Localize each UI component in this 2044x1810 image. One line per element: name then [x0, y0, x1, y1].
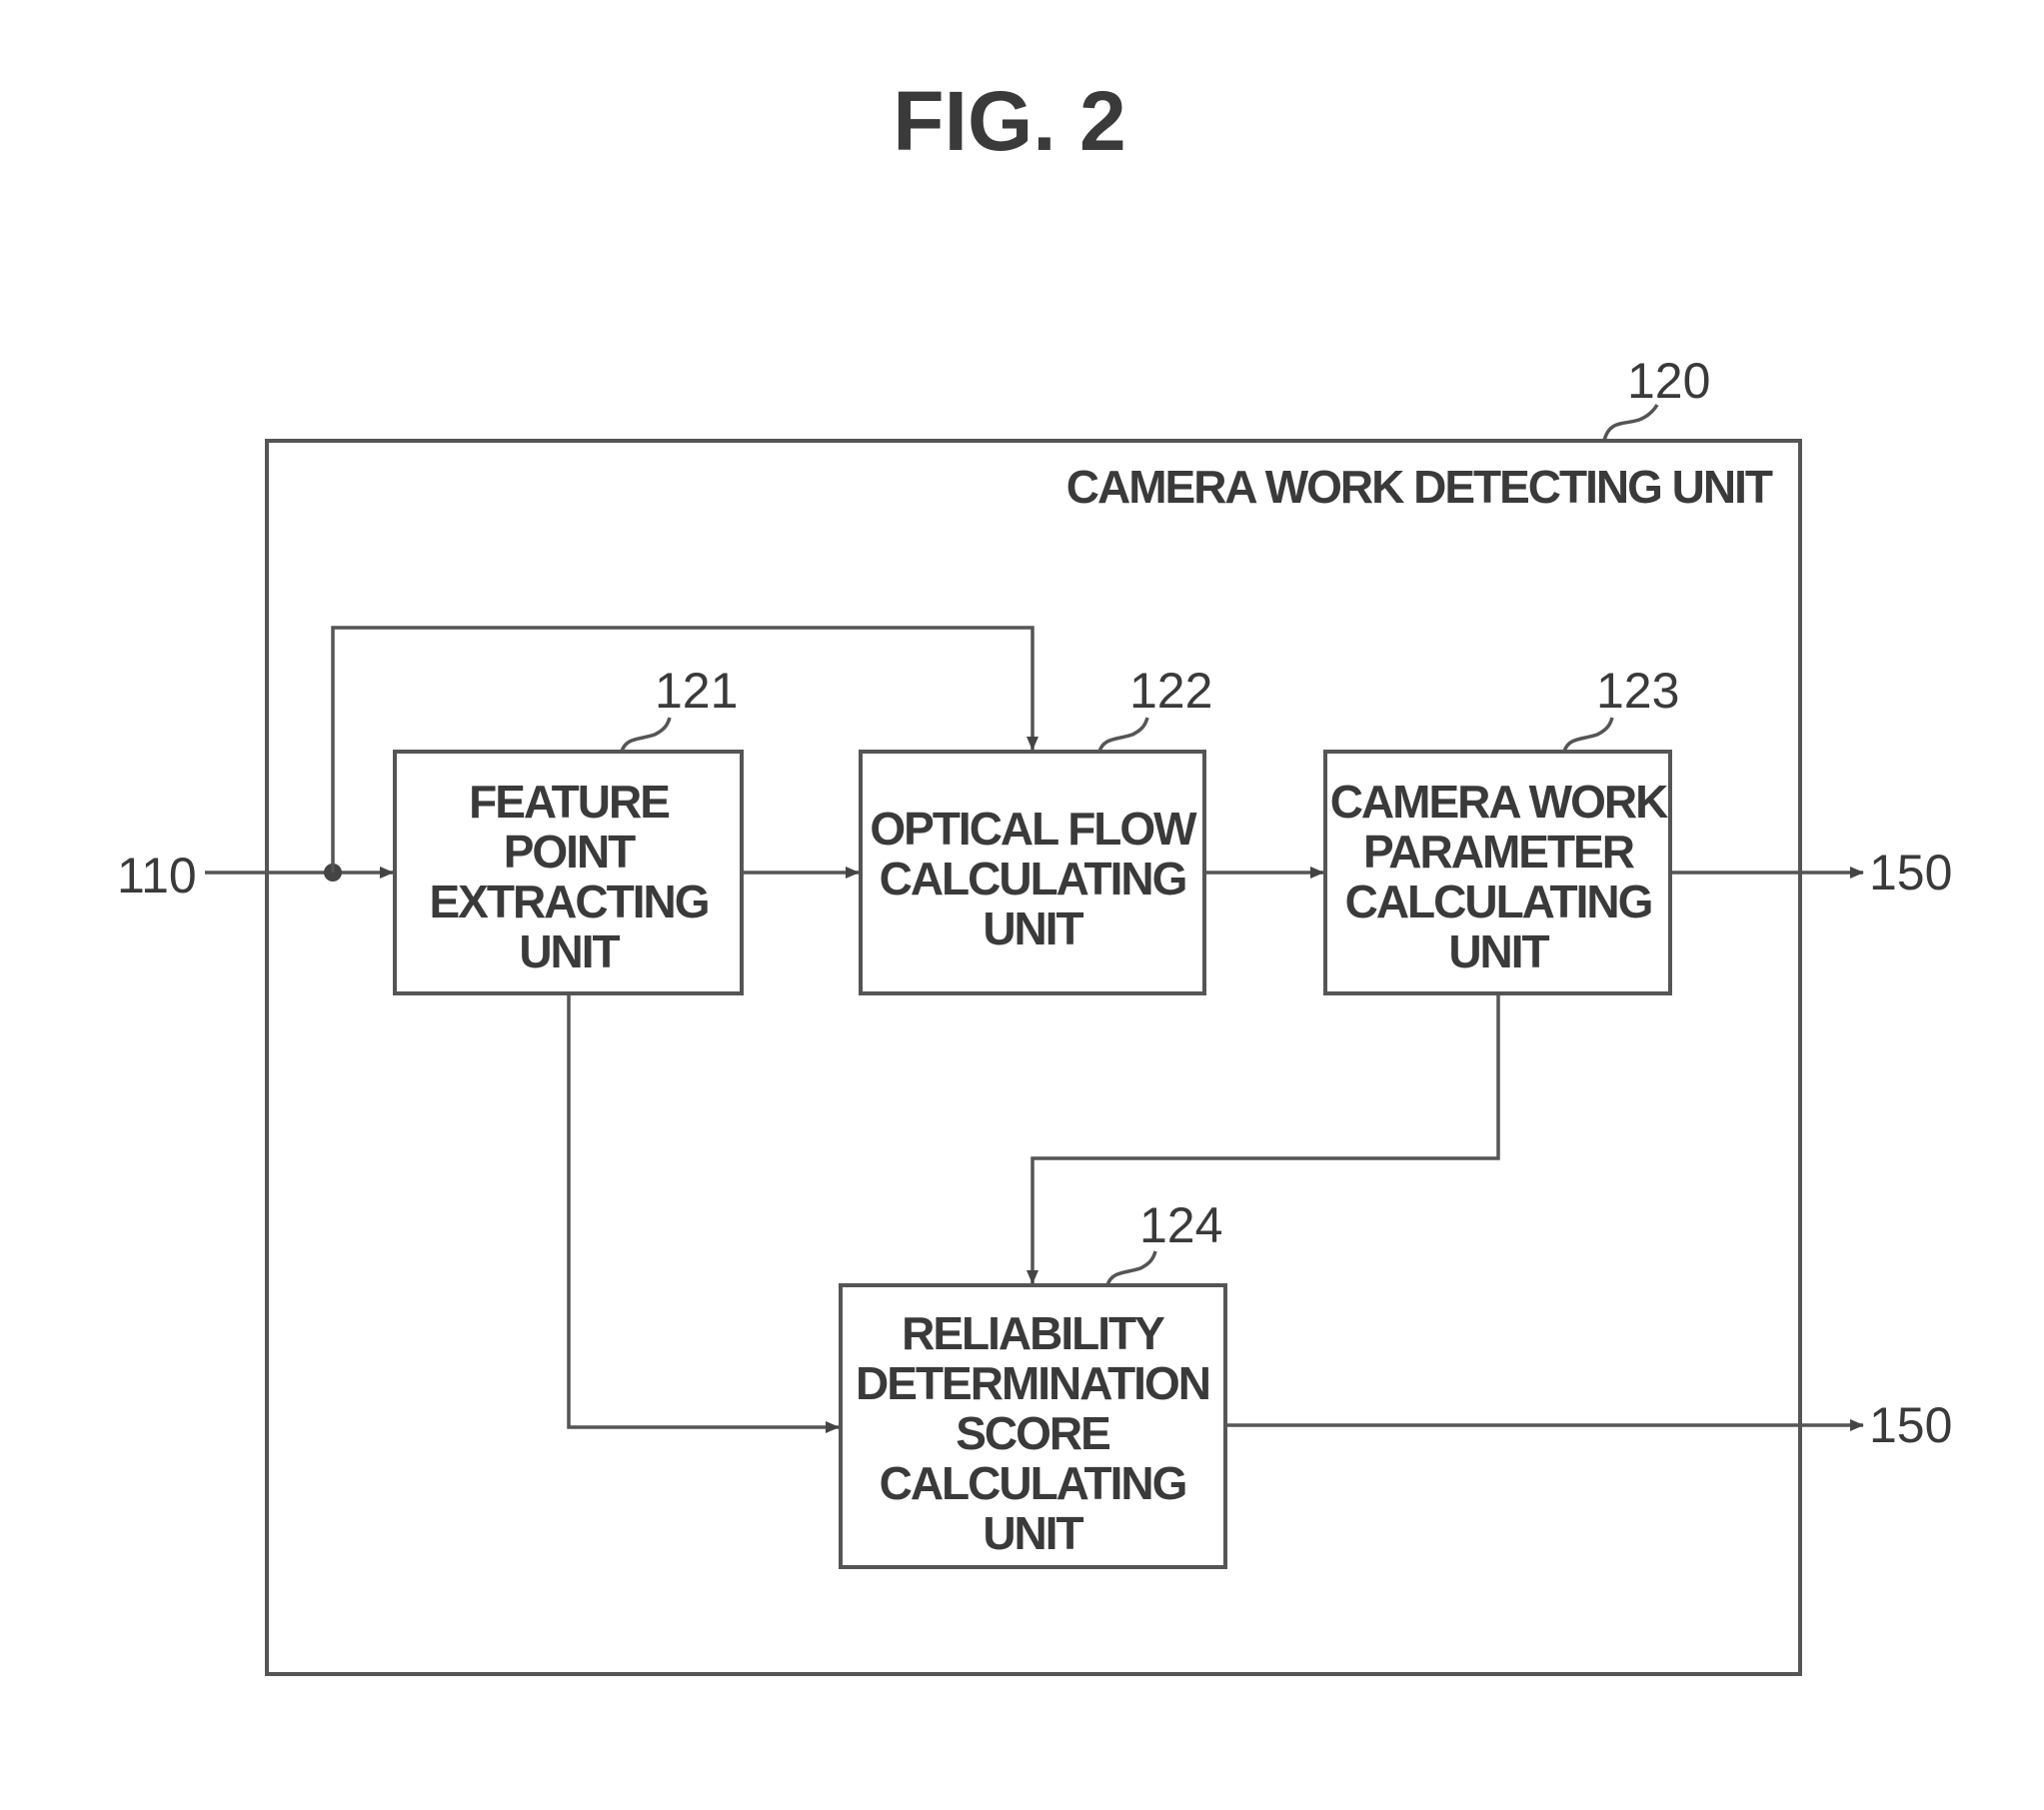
figure-title: FIG. 2: [893, 74, 1125, 168]
svg-text:CAMERA WORK: CAMERA WORK: [1330, 776, 1668, 828]
block-122-leader: [1097, 717, 1149, 753]
block-121-ref: 121: [655, 663, 738, 719]
block-diagram: FIG. 2 120 CAMERA WORK DETECTING UNIT 12…: [117, 74, 1952, 1676]
block-121-leader: [620, 717, 672, 753]
container-title: CAMERA WORK DETECTING UNIT: [1066, 461, 1773, 513]
input-ref-label: 110: [117, 848, 197, 904]
container-ref-label: 120: [1627, 353, 1710, 409]
svg-text:UNIT: UNIT: [519, 925, 620, 977]
svg-text:CALCULATING: CALCULATING: [880, 853, 1186, 905]
output-ref-label-2: 150: [1869, 1397, 1952, 1453]
svg-text:OPTICAL FLOW: OPTICAL FLOW: [870, 803, 1197, 855]
svg-text:SCORE: SCORE: [956, 1407, 1109, 1459]
block-124-ref: 124: [1139, 1197, 1222, 1253]
block-124-label: RELIABILITY DETERMINATION SCORE CALCULAT…: [856, 1307, 1211, 1559]
svg-text:POINT: POINT: [504, 826, 636, 878]
block-122-ref: 122: [1129, 663, 1212, 719]
output-ref-label-1: 150: [1869, 845, 1952, 901]
arrow-121-to-124: [567, 993, 840, 1433]
svg-text:PARAMETER: PARAMETER: [1363, 826, 1635, 878]
block-123-ref: 123: [1596, 663, 1679, 719]
container-leader-line: [1602, 404, 1659, 442]
svg-text:DETERMINATION: DETERMINATION: [856, 1357, 1209, 1409]
svg-text:UNIT: UNIT: [983, 903, 1083, 954]
svg-text:CALCULATING: CALCULATING: [1345, 876, 1652, 927]
block-123-label: CAMERA WORK PARAMETER CALCULATING UNIT: [1330, 776, 1670, 977]
svg-text:RELIABILITY: RELIABILITY: [902, 1307, 1164, 1359]
block-124-leader: [1105, 1250, 1157, 1286]
svg-text:EXTRACTING: EXTRACTING: [430, 876, 709, 927]
block-123-leader: [1562, 717, 1614, 753]
block-122-label: OPTICAL FLOW CALCULATING UNIT: [870, 803, 1199, 954]
svg-text:UNIT: UNIT: [983, 1507, 1083, 1559]
svg-text:CALCULATING: CALCULATING: [880, 1457, 1186, 1509]
block-121-label: FEATURE POINT EXTRACTING UNIT: [430, 776, 711, 977]
svg-text:FEATURE: FEATURE: [469, 776, 669, 828]
arrow-123-to-124: [1026, 993, 1500, 1284]
svg-text:UNIT: UNIT: [1448, 925, 1549, 977]
